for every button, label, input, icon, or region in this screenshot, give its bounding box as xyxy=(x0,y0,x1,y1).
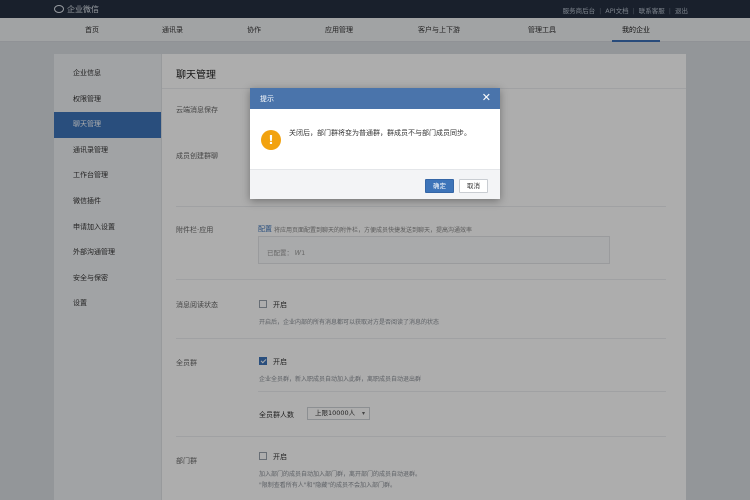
confirm-button[interactable]: 确定 xyxy=(425,179,454,193)
modal-overlay xyxy=(0,0,750,500)
confirm-dialog: 提示 ✕ ! 关闭后，部门群将变为普通群，群成员不与部门成员同步。 确定 取消 xyxy=(250,88,500,199)
dialog-body: ! 关闭后，部门群将变为普通群，群成员不与部门成员同步。 xyxy=(250,109,500,169)
dialog-footer: 确定 取消 xyxy=(250,169,500,199)
cancel-button[interactable]: 取消 xyxy=(459,179,488,193)
dialog-header: 提示 ✕ xyxy=(250,88,500,109)
warning-icon: ! xyxy=(261,130,281,150)
dialog-title: 提示 xyxy=(260,95,274,103)
close-icon[interactable]: ✕ xyxy=(482,91,491,105)
dialog-message: 关闭后，部门群将变为普通群，群成员不与部门成员同步。 xyxy=(289,129,471,137)
